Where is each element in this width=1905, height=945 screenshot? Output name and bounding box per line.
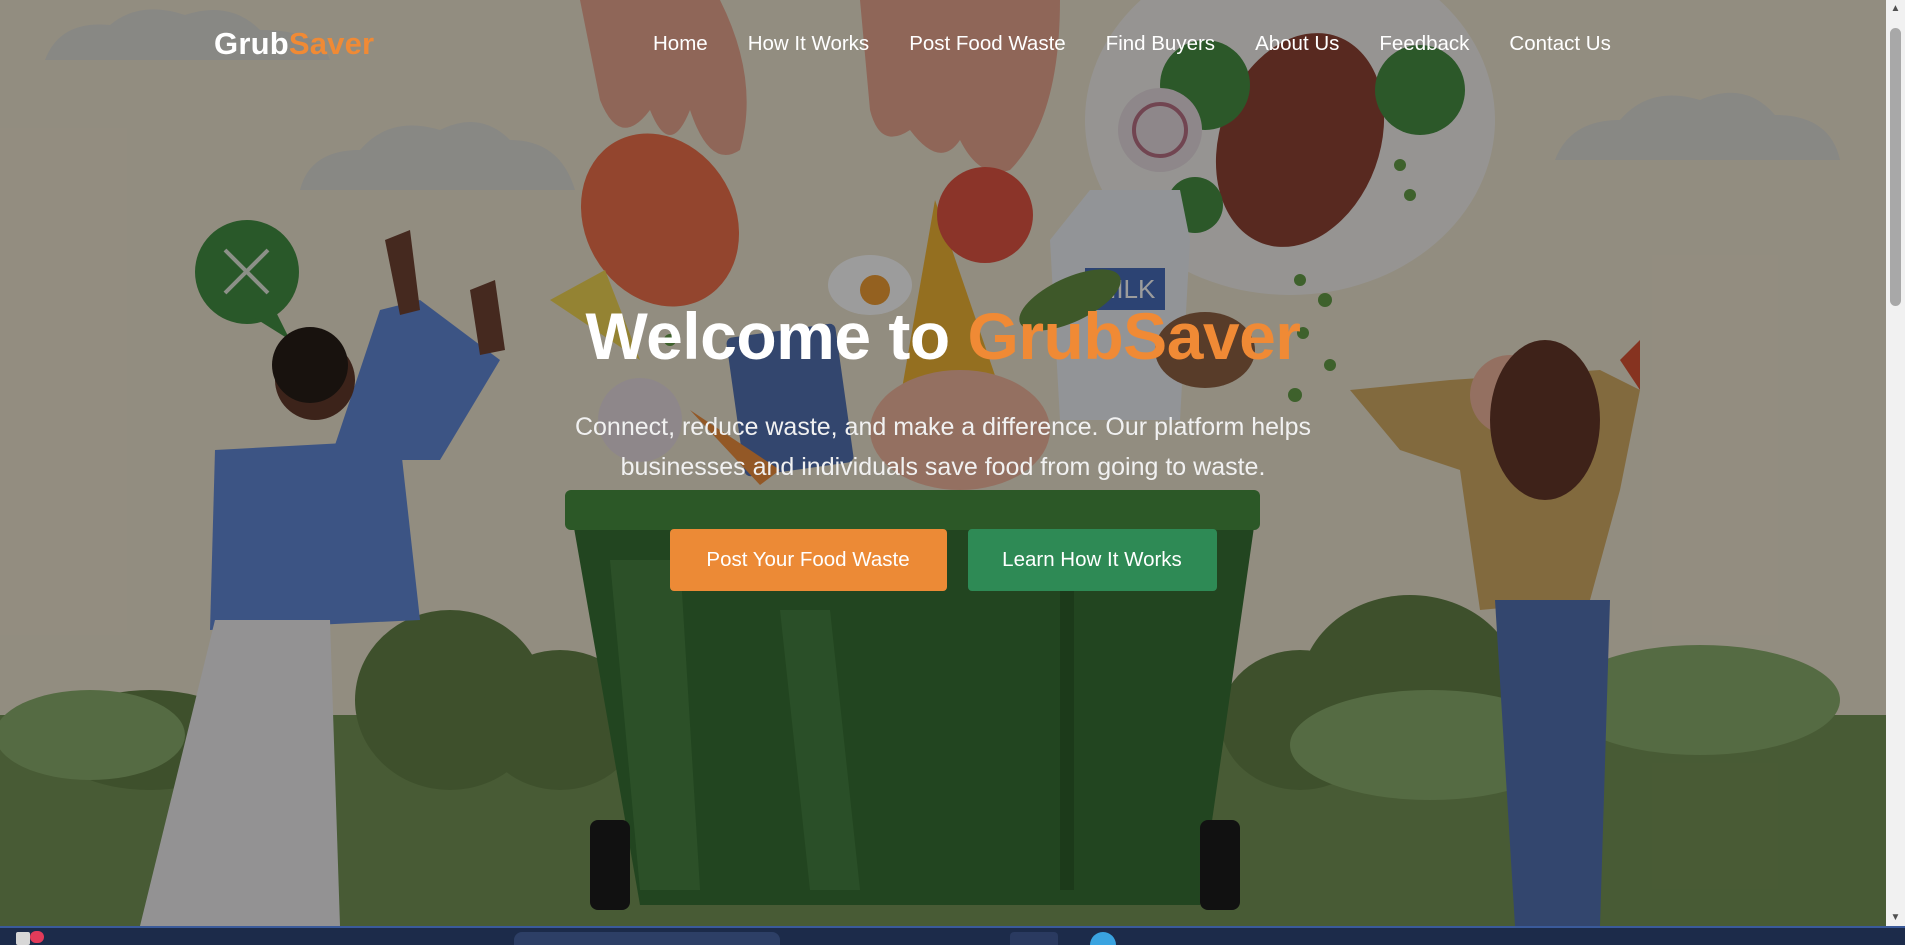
taskbar-app[interactable]	[1010, 932, 1058, 945]
nav-link-find-buyers[interactable]: Find Buyers	[1106, 32, 1215, 56]
nav-link-feedback[interactable]: Feedback	[1379, 32, 1469, 56]
brand-logo[interactable]: GrubSaver	[214, 26, 374, 62]
os-taskbar	[0, 926, 1905, 945]
nav-link-about-us[interactable]: About Us	[1255, 32, 1339, 56]
hero-section: Welcome to GrubSaver Connect, reduce was…	[0, 300, 1886, 591]
scrollbar-thumb[interactable]	[1890, 28, 1901, 306]
nav-link-contact-us[interactable]: Contact Us	[1509, 32, 1610, 56]
chevron-down-icon[interactable]: ▼	[1886, 909, 1905, 926]
hero-subtitle: Connect, reduce waste, and make a differ…	[574, 412, 1312, 481]
hero-title: Welcome to GrubSaver	[0, 300, 1886, 373]
chevron-up-icon[interactable]: ▲	[1886, 0, 1905, 17]
page-viewport: MILK GrubSaver Home How It Works Post Fo…	[0, 0, 1886, 926]
taskbar-app-icon[interactable]	[1090, 932, 1116, 945]
top-navbar: GrubSaver Home How It Works Post Food Wa…	[0, 0, 1886, 90]
hero-title-prefix: Welcome to	[585, 299, 968, 373]
brand-part1: Grub	[214, 26, 289, 61]
nav-link-post-food-waste[interactable]: Post Food Waste	[909, 32, 1065, 56]
start-button[interactable]	[16, 932, 30, 945]
nav-links: Home How It Works Post Food Waste Find B…	[653, 32, 1611, 56]
vertical-scrollbar[interactable]: ▲ ▼	[1886, 0, 1905, 926]
taskbar-search[interactable]	[514, 932, 780, 945]
learn-how-it-works-button[interactable]: Learn How It Works	[967, 528, 1217, 591]
brand-part2: Saver	[288, 26, 375, 61]
nav-link-how-it-works[interactable]: How It Works	[748, 32, 870, 56]
hero-title-accent: GrubSaver	[967, 299, 1301, 373]
notification-badge	[30, 931, 44, 943]
hero-actions: Post Your Food Waste Learn How It Works	[0, 528, 1886, 591]
nav-link-home[interactable]: Home	[653, 32, 708, 56]
post-food-waste-button[interactable]: Post Your Food Waste	[669, 528, 947, 591]
